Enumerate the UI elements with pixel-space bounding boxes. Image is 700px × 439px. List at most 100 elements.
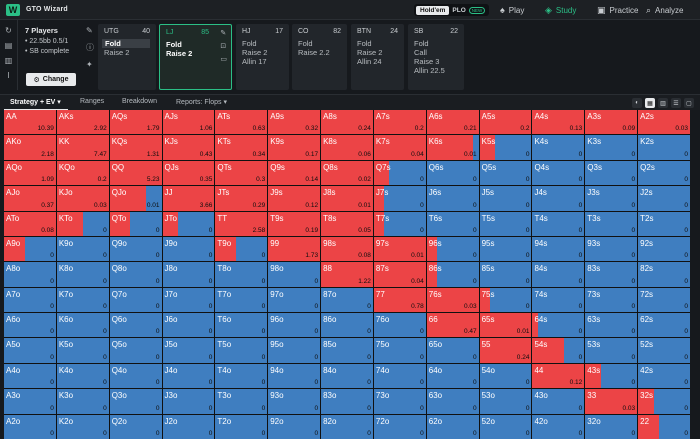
hand-cell[interactable]: AQs 1.79: [109, 110, 162, 135]
hand-cell[interactable]: 54o 0: [479, 363, 532, 389]
hand-cell[interactable]: 83o 0: [321, 389, 373, 414]
action-allin[interactable]: Allin 24: [357, 57, 382, 66]
action-allin[interactable]: Allin 22.5: [414, 66, 445, 75]
hand-cell[interactable]: KTo 0: [56, 211, 109, 236]
hand-cell[interactable]: T3s 0: [585, 211, 638, 236]
hand-cell[interactable]: A2o 0: [4, 414, 56, 439]
hand-cell[interactable]: TT 2.58: [215, 211, 268, 236]
action-fold[interactable]: Fold: [242, 39, 257, 48]
action-raise[interactable]: Raise 2: [104, 48, 129, 57]
hand-cell[interactable]: J7s 0: [373, 186, 426, 211]
position-card-sb[interactable]: SB 22 Fold Call Raise 3 Allin 22.5: [408, 24, 464, 90]
nav-study[interactable]: ◈ Study: [545, 2, 576, 18]
hand-cell[interactable]: 65s 0.01: [479, 313, 532, 338]
tab-strategy-ev[interactable]: Strategy + EV ▾: [10, 98, 61, 106]
action-raise[interactable]: Raise 2: [166, 49, 192, 58]
tab-ranges[interactable]: Ranges: [80, 98, 104, 105]
hand-cell[interactable]: 98o 0: [268, 262, 321, 287]
hand-cell[interactable]: 98s 0.08: [321, 236, 373, 262]
hand-cell[interactable]: J2s 0: [638, 186, 690, 211]
hand-cell[interactable]: T2s 0: [638, 211, 690, 236]
hand-cell[interactable]: A5o 0: [4, 338, 56, 363]
hand-cell[interactable]: 96o 0: [268, 313, 321, 338]
list-view-icon[interactable]: ☰: [671, 98, 681, 108]
hand-cell[interactable]: Q7s 0: [373, 160, 426, 186]
hand-cell[interactable]: J6o 0: [162, 313, 215, 338]
plo-toggle[interactable]: PLO: [449, 6, 468, 15]
hand-cell[interactable]: 62s 0: [638, 313, 690, 338]
hand-cell[interactable]: 84o 0: [321, 363, 373, 389]
hand-cell[interactable]: 74s 0: [532, 287, 585, 313]
hand-cell[interactable]: A8o 0: [4, 262, 56, 287]
hand-cell[interactable]: K4o 0: [56, 363, 109, 389]
hand-cell[interactable]: K4s 0: [532, 135, 585, 160]
grid-view-icon[interactable]: ▦: [645, 98, 655, 108]
hand-cell[interactable]: K8o 0: [56, 262, 109, 287]
hand-cell[interactable]: 43o 0: [532, 389, 585, 414]
hand-cell[interactable]: Q5s 0: [479, 160, 532, 186]
hand-cell[interactable]: A6o 0: [4, 313, 56, 338]
hand-cell[interactable]: A7s 0.2: [373, 110, 426, 135]
holdem-toggle[interactable]: Hold'em: [416, 5, 450, 15]
hand-cell[interactable]: JTo 0: [162, 211, 215, 236]
hand-cell[interactable]: ATo 0.08: [4, 211, 56, 236]
hand-cell[interactable]: 63s 0: [585, 313, 638, 338]
tab-reports[interactable]: Reports: Flops ▾: [176, 98, 227, 106]
library-icon[interactable]: ▥: [5, 56, 13, 66]
hand-cell[interactable]: Q9s 0.14: [268, 160, 321, 186]
hand-cell[interactable]: J8o 0: [162, 262, 215, 287]
action-fold[interactable]: Fold: [166, 40, 182, 49]
hand-cell[interactable]: A6s 0.21: [426, 110, 479, 135]
tab-breakdown[interactable]: Breakdown: [122, 98, 157, 105]
hand-cell[interactable]: 97o 0: [268, 287, 321, 313]
hand-cell[interactable]: T5s 0: [479, 211, 532, 236]
hand-cell[interactable]: 92s 0: [638, 236, 690, 262]
hand-cell[interactable]: T9s 0.19: [268, 211, 321, 236]
hand-cell[interactable]: K9o 0: [56, 236, 109, 262]
hand-cell[interactable]: J5s 0: [479, 186, 532, 211]
hand-cell[interactable]: 94s 0: [532, 236, 585, 262]
hand-cell[interactable]: 83s 0: [585, 262, 638, 287]
copy-icon[interactable]: ▭: [220, 55, 227, 63]
action-raise[interactable]: Raise 3: [414, 57, 439, 66]
hand-cell[interactable]: J7o 0: [162, 287, 215, 313]
hand-cell[interactable]: 53o 0: [479, 389, 532, 414]
hand-cell[interactable]: A5s 0.2: [479, 110, 532, 135]
hand-cell[interactable]: 42s 0: [638, 363, 690, 389]
hand-cell[interactable]: T6o 0: [215, 313, 268, 338]
hand-cell[interactable]: 73s 0: [585, 287, 638, 313]
hand-cell[interactable]: T4o 0: [215, 363, 268, 389]
info-icon[interactable]: ⓘ: [86, 42, 94, 53]
nav-play[interactable]: ♠ Play: [500, 2, 524, 18]
hand-cell[interactable]: A7o 0: [4, 287, 56, 313]
hand-cell[interactable]: T8s 0.05: [321, 211, 373, 236]
hand-cell[interactable]: 87s 0.04: [373, 262, 426, 287]
hand-cell[interactable]: K8s 0.06: [321, 135, 373, 160]
hand-cell[interactable]: KTs 0.34: [215, 135, 268, 160]
hand-cell[interactable]: Q4s 0: [532, 160, 585, 186]
hand-cell[interactable]: 72o 0: [373, 414, 426, 439]
hand-cell[interactable]: T4s 0: [532, 211, 585, 236]
hand-cell[interactable]: Q2s 0: [638, 160, 690, 186]
lock-icon[interactable]: ⊡: [220, 42, 227, 50]
hand-cell[interactable]: QTs 0.3: [215, 160, 268, 186]
hand-cell[interactable]: J2o 0: [162, 414, 215, 439]
expand-view-icon[interactable]: ▢: [684, 98, 694, 108]
hand-cell[interactable]: T5o 0: [215, 338, 268, 363]
hand-cell[interactable]: Q8s 0.02: [321, 160, 373, 186]
hand-cell[interactable]: 52s 0: [638, 338, 690, 363]
hand-cell[interactable]: 65o 0: [426, 338, 479, 363]
hand-cell[interactable]: 76s 0.03: [426, 287, 479, 313]
hand-cell[interactable]: AKs 2.92: [56, 110, 109, 135]
hand-cell[interactable]: 72s 0: [638, 287, 690, 313]
hand-cell[interactable]: KJs 0.43: [162, 135, 215, 160]
logo-icon[interactable]: W: [6, 3, 20, 16]
hand-cell[interactable]: AKo 2.18: [4, 135, 56, 160]
hand-cell[interactable]: K2s 0: [638, 135, 690, 160]
hand-cell[interactable]: KK 7.47: [56, 135, 109, 160]
position-card-hj[interactable]: HJ 17 Fold Raise 2 Allin 17: [236, 24, 289, 90]
action-allin[interactable]: Allin 17: [242, 57, 267, 66]
hand-cell[interactable]: A9o 0: [4, 236, 56, 262]
palette-icon[interactable]: ◐: [632, 98, 642, 108]
edit-icon[interactable]: ✎: [220, 29, 227, 37]
